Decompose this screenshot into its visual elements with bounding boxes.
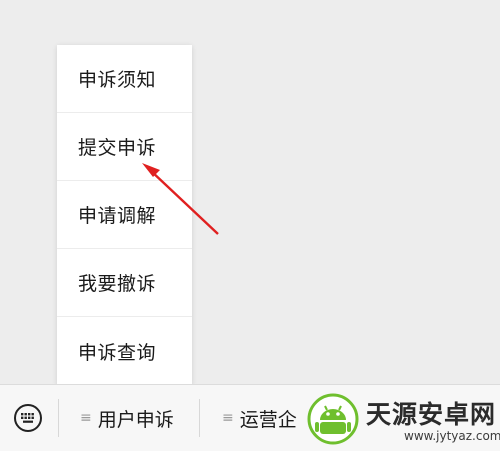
- red-arrow-annotation: [142, 163, 219, 235]
- arrow-head: [142, 163, 160, 177]
- arrow-line: [149, 169, 219, 235]
